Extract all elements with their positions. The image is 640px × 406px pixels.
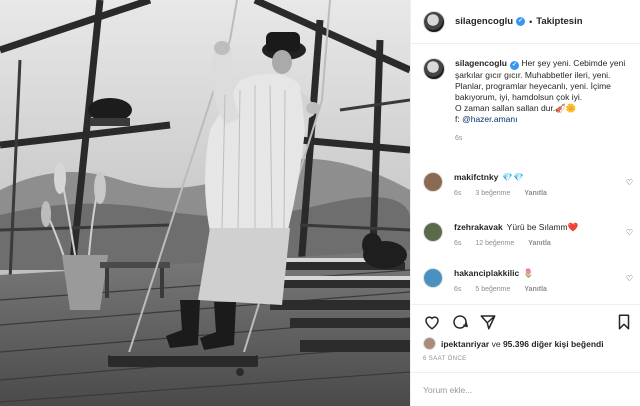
comment-item: fzehrakavak Yürü be Sılamm❤️ 6s 12 beğenm… bbox=[423, 222, 633, 247]
comment-username[interactable]: hakanciplakkilic bbox=[454, 268, 519, 278]
comment-item: makifctnky 💎💎 6s 3 beğenme Yanıtla ♡ bbox=[423, 172, 633, 197]
comment-likes[interactable]: 5 beğenme bbox=[475, 286, 510, 293]
comment-item: hakanciplakkilic 🌷 6s 5 beğenme Yanıtla ♡ bbox=[423, 268, 633, 293]
post-header: silagencoglu ✓ • Takiptesin bbox=[411, 0, 640, 44]
comment-icon[interactable] bbox=[451, 313, 469, 331]
post-date[interactable]: 6 SAAT ÖNCE bbox=[423, 356, 467, 362]
likes-count[interactable]: 95.396 bbox=[503, 339, 529, 349]
comment-username[interactable]: makifctnky bbox=[454, 172, 498, 182]
caption-avatar[interactable] bbox=[423, 58, 445, 80]
caption-mention-link[interactable]: @hazer.amanı bbox=[462, 114, 517, 124]
comment-time: 6s bbox=[454, 190, 462, 197]
verified-badge-icon: ✓ bbox=[509, 61, 519, 70]
share-icon[interactable] bbox=[479, 313, 497, 331]
comment-likes[interactable]: 12 beğenme bbox=[475, 240, 514, 247]
reply-button[interactable]: Yanıtla bbox=[524, 286, 547, 293]
comment-time: 6s bbox=[454, 240, 462, 247]
comment-avatar[interactable] bbox=[423, 222, 443, 242]
comment-text: 💎💎 bbox=[502, 172, 524, 182]
post-photo[interactable] bbox=[0, 0, 410, 406]
separator-dot: • bbox=[529, 16, 533, 27]
verified-badge-icon: ✓ bbox=[516, 17, 526, 26]
follow-status-button[interactable]: Takiptesin bbox=[536, 16, 582, 27]
comment-like-heart-icon[interactable]: ♡ bbox=[626, 178, 633, 187]
comment-like-heart-icon[interactable]: ♡ bbox=[626, 274, 633, 283]
liker-avatar[interactable] bbox=[423, 337, 436, 350]
liked-by-conjunction: ve bbox=[491, 338, 501, 349]
comment-time: 6s bbox=[454, 286, 462, 293]
action-icons-row bbox=[423, 313, 633, 333]
add-comment-bar bbox=[411, 372, 640, 406]
comment-likes[interactable]: 3 beğenme bbox=[475, 190, 510, 197]
heart-icon[interactable] bbox=[423, 313, 441, 331]
comment-avatar[interactable] bbox=[423, 268, 443, 288]
post-caption: silagencoglu ✓ Her şey yeni. Cebimde yeni… bbox=[411, 58, 640, 144]
bookmark-icon[interactable] bbox=[615, 313, 633, 331]
author-username[interactable]: silagencoglu bbox=[455, 16, 513, 27]
comment-avatar[interactable] bbox=[423, 172, 443, 192]
likes-suffix[interactable]: diğer kişi beğendi bbox=[531, 339, 603, 349]
comment-input[interactable] bbox=[423, 384, 623, 395]
author-avatar[interactable] bbox=[423, 10, 445, 33]
caption-text-block: silagencoglu ✓ Her şey yeni. Cebimde yeni… bbox=[455, 58, 629, 144]
comment-text: Yürü be Sılamm❤️ bbox=[506, 222, 579, 232]
liked-by-line: ipektanriyar ve 95.396 diğer kişi beğend… bbox=[423, 337, 604, 350]
caption-username[interactable]: silagencoglu bbox=[455, 58, 507, 68]
caption-line2: O zaman sallan sallan dur. bbox=[455, 103, 556, 113]
caption-time: 6s bbox=[455, 135, 463, 142]
comment-like-heart-icon[interactable]: ♡ bbox=[626, 228, 633, 237]
comment-text: 🌷 bbox=[523, 268, 534, 278]
reply-button[interactable]: Yanıtla bbox=[524, 190, 547, 197]
liker-username[interactable]: ipektanriyar bbox=[441, 339, 489, 349]
caption-emoji: 🎻🌼 bbox=[555, 103, 577, 113]
reply-button[interactable]: Yanıtla bbox=[528, 240, 551, 247]
post-side-panel: silagencoglu ✓ • Takiptesin silagencoglu… bbox=[410, 0, 640, 406]
comment-username[interactable]: fzehrakavak bbox=[454, 222, 503, 232]
